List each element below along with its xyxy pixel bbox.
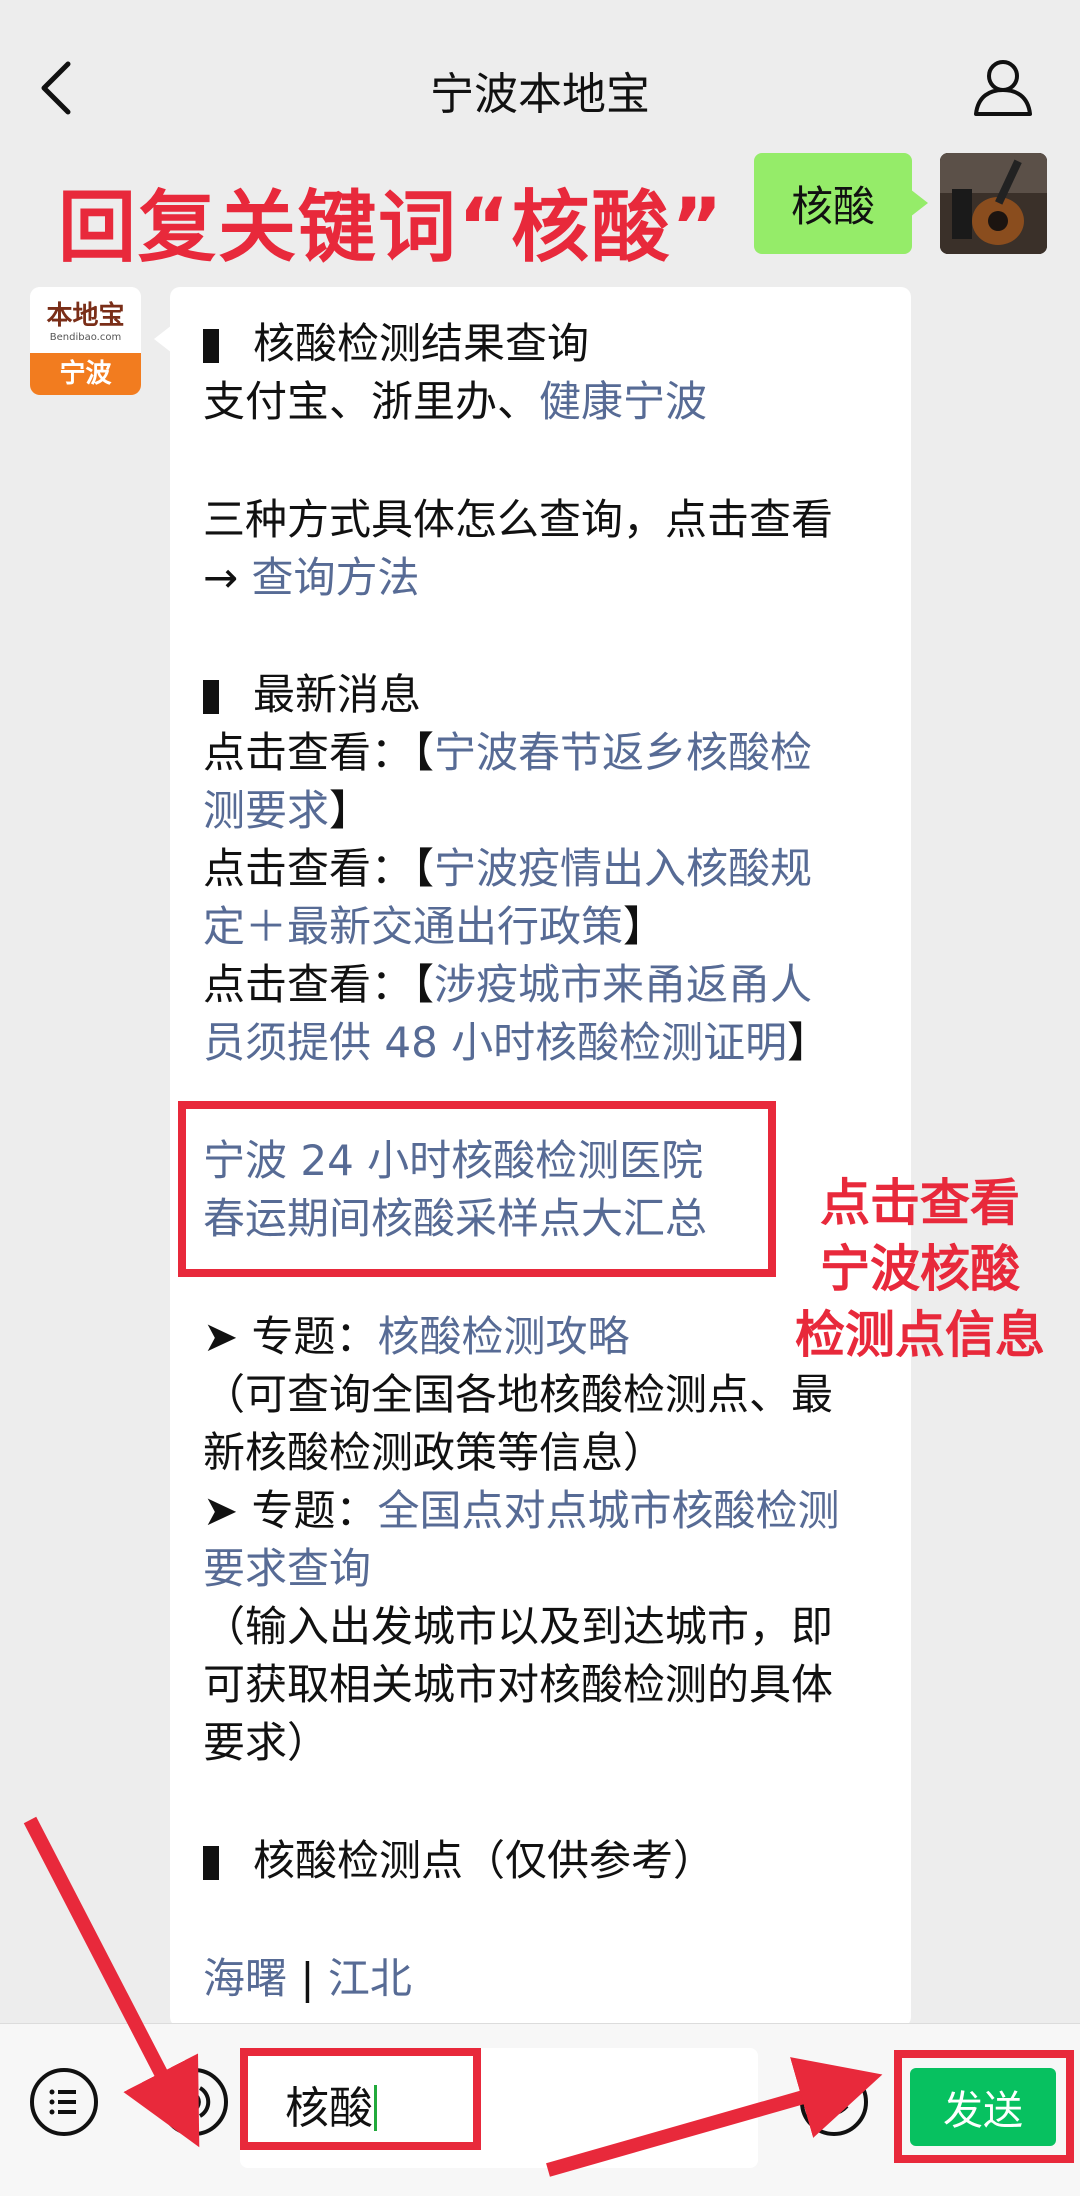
- side-annotation-line2: 宁波核酸: [820, 1240, 1020, 1298]
- highlight-box-test-points: [178, 1101, 776, 1277]
- page-title: 宁波本地宝: [430, 69, 650, 120]
- avatar-city-label: 宁波: [30, 353, 141, 395]
- link-news-2[interactable]: 宁波疫情出入核酸规: [434, 844, 812, 893]
- link-topic-city-requirements-cont[interactable]: 要求查询: [203, 1540, 371, 1598]
- link-district-jiangbei[interactable]: 江北: [328, 1954, 412, 2003]
- voice-icon[interactable]: [160, 2068, 228, 2136]
- top-bar: 宁波本地宝: [0, 0, 1080, 175]
- sent-message-bubble[interactable]: 核酸: [754, 153, 928, 254]
- square-bullet-icon: [203, 329, 219, 363]
- side-annotation-line1: 点击查看: [820, 1174, 1020, 1232]
- topic-2-desc3: 要求）: [203, 1718, 330, 1767]
- avatar-logo-text: 本地宝: [46, 301, 125, 331]
- side-annotation-line3: 检测点信息: [795, 1306, 1045, 1364]
- section-heading-test-points: 核酸检测点（仅供参考）: [203, 1832, 715, 1890]
- square-bullet-icon: [203, 680, 219, 714]
- menu-list-icon[interactable]: [30, 2068, 98, 2136]
- link-news-3-cont[interactable]: 员须提供 48 小时核酸检测证明: [203, 1018, 787, 1067]
- topic-1-desc1: （可查询全国各地核酸检测点、最: [203, 1370, 834, 1419]
- results-platforms-line: 支付宝、浙里办、健康宁波: [203, 377, 708, 426]
- link-news-2-cont[interactable]: 定＋最新交通出行政策: [203, 902, 623, 951]
- link-news-1-cont[interactable]: 测要求: [203, 786, 329, 835]
- methods-text: 三种方式具体怎么查询，点击查看: [203, 495, 834, 544]
- highlight-box-input: [240, 2048, 481, 2150]
- methods-line: → 查询方法: [203, 553, 420, 602]
- topic-2-line: ➤ 专题：全国点对点城市核酸检测: [203, 1486, 840, 1535]
- link-district-haishu[interactable]: 海曙: [203, 1954, 287, 2003]
- topic-1-desc2: 新核酸检测政策等信息）: [203, 1428, 666, 1477]
- keyword-annotation: 回复关键词“核酸”: [58, 183, 725, 273]
- emoji-icon[interactable]: [800, 2068, 868, 2136]
- guitar-avatar-image: [940, 153, 1047, 254]
- news-item-1-line2: 测要求】: [203, 786, 372, 835]
- topic-2-desc2: 可获取相关城市对核酸检测的具体: [203, 1660, 834, 1709]
- link-news-1[interactable]: 宁波春节返乡核酸检: [434, 728, 812, 777]
- avatar-logo-sub: Bendibao.com: [49, 332, 122, 343]
- link-health-ningbo[interactable]: 健康宁波: [539, 377, 707, 426]
- news-item-2-line1: 点击查看：【宁波疫情出入核酸规: [203, 844, 813, 893]
- news-item-3-line2: 员须提供 48 小时核酸检测证明】: [203, 1018, 830, 1067]
- link-query-method[interactable]: 查询方法: [252, 553, 420, 602]
- topic-1-line: ➤ 专题：核酸检测攻略: [203, 1312, 630, 1361]
- news-item-2-line2: 定＋最新交通出行政策】: [203, 902, 666, 951]
- link-topic-test-guide[interactable]: 核酸检测攻略: [378, 1312, 630, 1361]
- link-topic-city-requirements[interactable]: 全国点对点城市核酸检测: [378, 1486, 840, 1535]
- news-item-1-line1: 点击查看：【宁波春节返乡核酸检: [203, 728, 813, 777]
- user-icon[interactable]: [972, 56, 1034, 118]
- square-bullet-icon: [203, 1846, 219, 1880]
- highlight-box-send: [894, 2050, 1074, 2163]
- side-annotation: 点击查看 宁波核酸 检测点信息: [760, 1170, 1080, 1368]
- section-heading-results: 核酸检测结果查询: [203, 315, 589, 373]
- my-avatar[interactable]: [940, 153, 1047, 254]
- news-item-3-line1: 点击查看：【涉疫城市来甬返甬人: [203, 960, 813, 1009]
- topic-2-desc1: （输入出发城市以及到达城市，即: [203, 1602, 834, 1651]
- district-links: 海曙 | 江北: [203, 1954, 412, 2003]
- section-heading-news: 最新消息: [203, 666, 421, 724]
- account-avatar[interactable]: 本地宝 Bendibao.com 宁波: [30, 287, 141, 395]
- link-news-3[interactable]: 涉疫城市来甬返甬人: [434, 960, 812, 1009]
